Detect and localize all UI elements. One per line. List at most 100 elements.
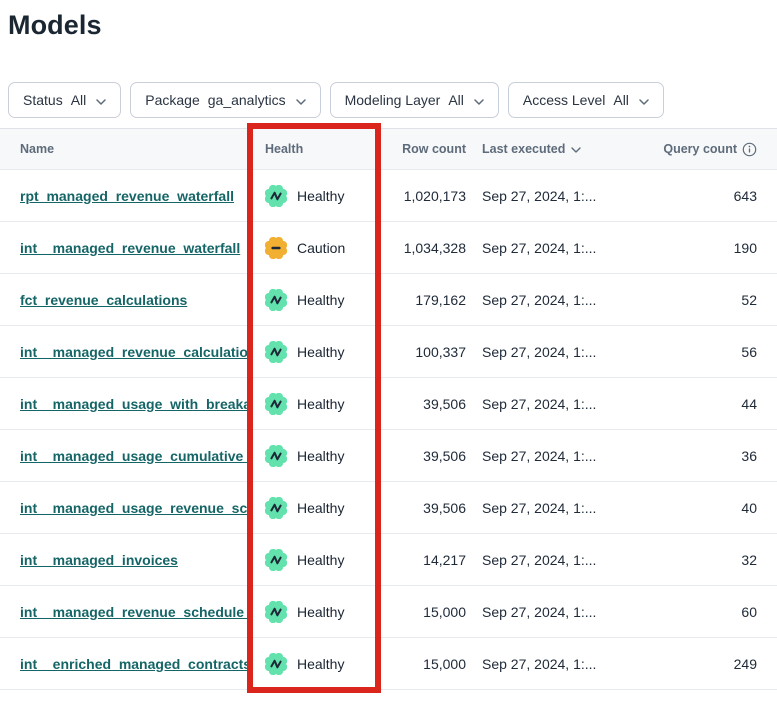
- filter-modeling-layer-value: All: [448, 92, 464, 108]
- query-count-cell: 56: [652, 344, 777, 360]
- table-row: rpt_managed_revenue_waterfall Healthy 1,…: [0, 170, 777, 222]
- query-count-cell: 44: [652, 396, 777, 412]
- row-count-cell: 15,000: [381, 656, 466, 672]
- health-cell: Healthy: [247, 185, 381, 207]
- last-executed-cell: Sep 27, 2024, 1:...: [466, 552, 652, 568]
- table-header-row: Name Health Row count Last executed Quer…: [0, 128, 777, 170]
- health-cell: Healthy: [247, 653, 381, 675]
- table-row: int__managed_revenue_calculations Health…: [0, 326, 777, 378]
- model-link[interactable]: int__managed_invoices: [20, 552, 178, 568]
- name-cell: rpt_managed_revenue_waterfall: [0, 188, 247, 204]
- filter-modeling-layer[interactable]: Modeling Layer All: [330, 82, 499, 118]
- query-count-cell: 643: [652, 188, 777, 204]
- last-executed-cell: Sep 27, 2024, 1:...: [466, 188, 652, 204]
- table-row: int__managed_usage_with_breaka... Health…: [0, 378, 777, 430]
- model-link[interactable]: int__managed_usage_revenue_sc...: [20, 500, 247, 516]
- health-label: Healthy: [297, 188, 344, 204]
- health-badge-icon: [265, 393, 287, 415]
- model-link[interactable]: int__managed_usage_cumulative_...: [20, 448, 247, 464]
- health-cell: Healthy: [247, 497, 381, 519]
- query-count-cell: 249: [652, 656, 777, 672]
- model-link[interactable]: int__managed_usage_with_breaka...: [20, 396, 247, 412]
- table-row: fct_revenue_calculations Healthy 179,162…: [0, 274, 777, 326]
- model-link[interactable]: int__managed_revenue_schedule_...: [20, 604, 247, 620]
- health-label: Healthy: [297, 448, 344, 464]
- last-executed-cell: Sep 27, 2024, 1:...: [466, 448, 652, 464]
- filter-access-level-label: Access Level: [523, 92, 605, 108]
- health-label: Healthy: [297, 500, 344, 516]
- row-count-cell: 1,034,328: [381, 240, 466, 256]
- model-link[interactable]: fct_revenue_calculations: [20, 292, 187, 308]
- name-cell: int__managed_revenue_waterfall: [0, 240, 247, 256]
- row-count-cell: 100,337: [381, 344, 466, 360]
- health-cell: Healthy: [247, 393, 381, 415]
- model-link[interactable]: int__enriched_managed_contracts: [20, 656, 247, 672]
- health-label: Healthy: [297, 344, 344, 360]
- info-icon[interactable]: [742, 142, 757, 157]
- filter-package[interactable]: Package ga_analytics: [130, 82, 320, 118]
- query-count-cell: 52: [652, 292, 777, 308]
- table-body: rpt_managed_revenue_waterfall Healthy 1,…: [0, 170, 777, 690]
- table-row: int__managed_revenue_schedule_... Health…: [0, 586, 777, 638]
- models-table: Name Health Row count Last executed Quer…: [0, 128, 777, 690]
- chevron-down-icon: [571, 142, 581, 156]
- table-row: int__managed_revenue_waterfall Caution 1…: [0, 222, 777, 274]
- row-count-cell: 39,506: [381, 500, 466, 516]
- health-cell: Caution: [247, 237, 381, 259]
- row-count-cell: 39,506: [381, 448, 466, 464]
- filter-status-label: Status: [23, 92, 63, 108]
- name-cell: fct_revenue_calculations: [0, 292, 247, 308]
- name-cell: int__managed_invoices: [0, 552, 247, 568]
- row-count-cell: 15,000: [381, 604, 466, 620]
- health-label: Healthy: [297, 656, 344, 672]
- last-executed-cell: Sep 27, 2024, 1:...: [466, 396, 652, 412]
- health-label: Healthy: [297, 552, 344, 568]
- models-page: Models Status All Package ga_analytics M…: [0, 0, 777, 703]
- column-header-last-executed[interactable]: Last executed: [466, 142, 652, 156]
- last-executed-cell: Sep 27, 2024, 1:...: [466, 500, 652, 516]
- model-link[interactable]: rpt_managed_revenue_waterfall: [20, 188, 234, 204]
- last-executed-cell: Sep 27, 2024, 1:...: [466, 240, 652, 256]
- health-cell: Healthy: [247, 445, 381, 467]
- row-count-cell: 14,217: [381, 552, 466, 568]
- column-header-last-executed-label: Last executed: [482, 142, 565, 156]
- health-cell: Healthy: [247, 601, 381, 623]
- model-link[interactable]: int__managed_revenue_calculations: [20, 344, 247, 360]
- health-badge-icon: [265, 237, 287, 259]
- name-cell: int__managed_revenue_schedule_...: [0, 604, 247, 620]
- row-count-cell: 179,162: [381, 292, 466, 308]
- query-count-cell: 60: [652, 604, 777, 620]
- column-header-health: Health: [247, 142, 381, 156]
- last-executed-cell: Sep 27, 2024, 1:...: [466, 604, 652, 620]
- filter-status[interactable]: Status All: [8, 82, 121, 118]
- page-title: Models: [0, 0, 777, 43]
- table-row: int__managed_usage_revenue_sc... Healthy…: [0, 482, 777, 534]
- health-cell: Healthy: [247, 549, 381, 571]
- health-badge-icon: [265, 497, 287, 519]
- query-count-cell: 40: [652, 500, 777, 516]
- chevron-down-icon: [95, 92, 106, 108]
- last-executed-cell: Sep 27, 2024, 1:...: [466, 656, 652, 672]
- table-row: int__managed_invoices Healthy 14,217 Sep…: [0, 534, 777, 586]
- chevron-down-icon: [473, 92, 484, 108]
- last-executed-cell: Sep 27, 2024, 1:...: [466, 344, 652, 360]
- health-badge-icon: [265, 653, 287, 675]
- filter-modeling-layer-label: Modeling Layer: [345, 92, 441, 108]
- filter-status-value: All: [71, 92, 87, 108]
- health-badge-icon: [265, 289, 287, 311]
- query-count-cell: 36: [652, 448, 777, 464]
- last-executed-cell: Sep 27, 2024, 1:...: [466, 292, 652, 308]
- row-count-cell: 39,506: [381, 396, 466, 412]
- health-label: Caution: [297, 240, 345, 256]
- query-count-cell: 190: [652, 240, 777, 256]
- health-badge-icon: [265, 445, 287, 467]
- name-cell: int__managed_usage_revenue_sc...: [0, 500, 247, 516]
- model-link[interactable]: int__managed_revenue_waterfall: [20, 240, 240, 256]
- filter-package-label: Package: [145, 92, 199, 108]
- health-badge-icon: [265, 601, 287, 623]
- filter-access-level[interactable]: Access Level All: [508, 82, 664, 118]
- column-header-row-count: Row count: [381, 142, 466, 156]
- filter-bar: Status All Package ga_analytics Modeling…: [8, 82, 777, 118]
- name-cell: int__managed_usage_cumulative_...: [0, 448, 247, 464]
- name-cell: int__enriched_managed_contracts: [0, 656, 247, 672]
